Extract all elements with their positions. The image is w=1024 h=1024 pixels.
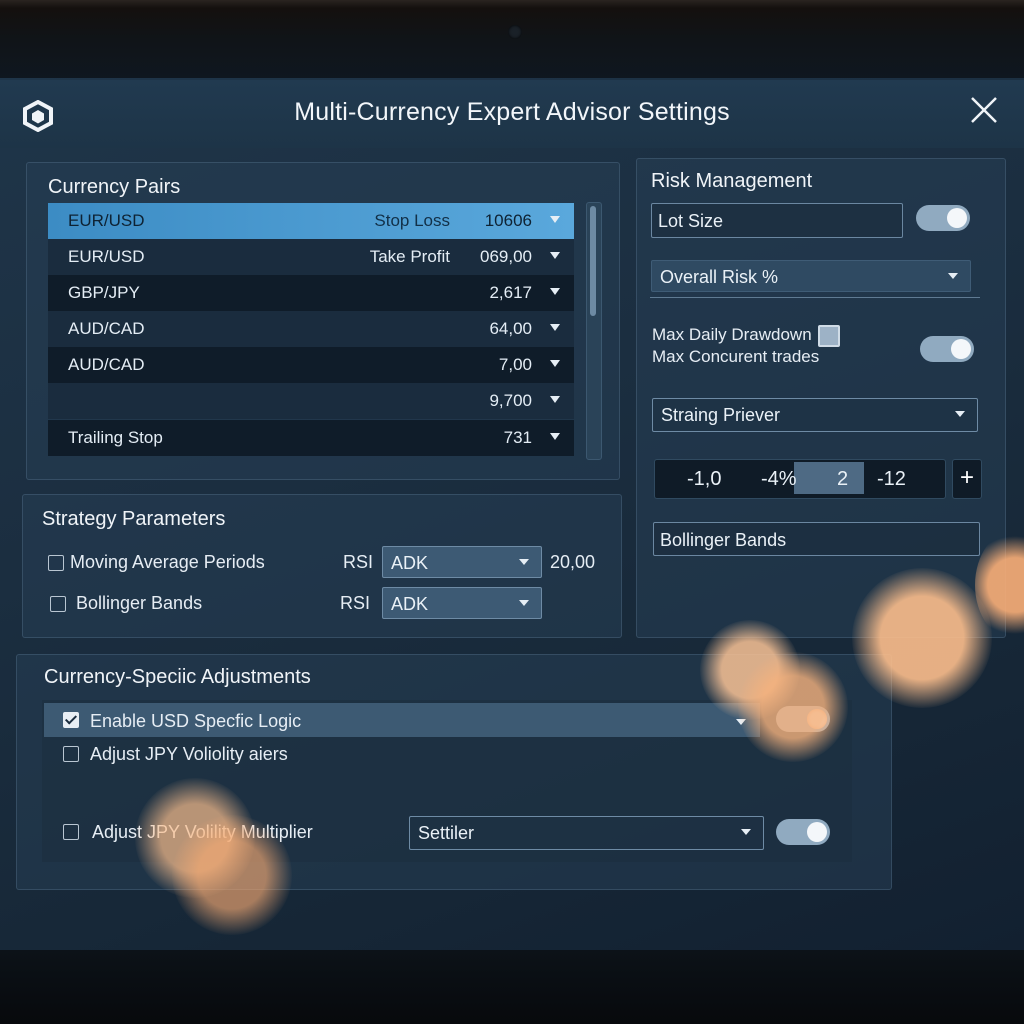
bollinger-label: Bollinger Bands [76,593,203,613]
pair-row[interactable]: EUR/USD Stop Loss 10606 [48,203,574,239]
risk-title: Risk Management [651,170,813,192]
pair-value: 2,617 [489,283,532,302]
jpy-volatility-checkbox[interactable] [63,746,79,762]
pair-value: 10606 [484,211,532,230]
drawdown-checkbox[interactable] [818,325,840,347]
toggle-knob [947,208,967,228]
pairs-scroll-thumb[interactable] [590,206,596,316]
chevron-down-icon[interactable] [550,324,560,331]
strategy-select-value: Straing Priever [661,405,781,425]
pair-row[interactable]: GBP/JPY 2,617 [48,275,574,311]
rsi-label: RSI [343,552,374,572]
strategy-select[interactable]: Straing Priever [652,398,978,432]
plus-icon[interactable]: + [952,459,982,499]
adjustments-title: Currency-Speciic Adjustments [44,666,311,688]
pair-value: 7,00 [498,355,532,374]
pair-row[interactable]: EUR/USD Take Profit 069,00 [48,239,574,275]
monitor-bezel-top [0,0,1024,80]
chevron-down-icon [741,829,751,835]
pair-row[interactable]: AUD/CAD 64,00 [48,311,574,347]
pair-label: Stop Loss [374,211,450,230]
pair-value: 069,00 [480,247,532,266]
pair-name: EUR/USD [68,211,145,230]
stepper-value: -4% [761,468,797,490]
chevron-down-icon [519,559,529,565]
lot-size-field[interactable]: Lot Size [651,203,903,238]
toggle-knob [807,822,827,842]
currency-pairs-title: Currency Pairs [48,176,181,198]
pair-value: 9,700 [489,391,532,410]
close-x-icon[interactable] [968,94,1000,126]
adk-select-value: ADK [391,553,429,573]
jpy-multiplier-checkbox[interactable] [63,824,79,840]
usd-logic-toggle[interactable] [776,706,830,732]
multiplier-toggle[interactable] [776,819,830,845]
pair-name: AUD/CAD [68,319,145,338]
chevron-down-icon [519,600,529,606]
usd-logic-checkbox[interactable] [63,712,79,728]
pair-value: 731 [503,428,532,447]
moving-average-checkbox[interactable] [48,555,64,571]
chevron-down-icon[interactable] [550,360,560,367]
toggle-knob [951,339,971,359]
monitor-bezel-bottom [0,950,1024,1024]
adk-select[interactable]: ADK [382,546,542,578]
stepper-value: 2 [837,468,849,490]
chevron-down-icon[interactable] [736,719,746,725]
bollinger-checkbox[interactable] [50,596,66,612]
usd-logic-label: Enable USD Specfic Logic [90,711,302,731]
jpy-volatility-label: Adjust JPY Voliolity aiers [90,744,288,764]
moving-average-label: Moving Average Periods [70,552,265,572]
pair-name: GBP/JPY [68,283,140,302]
jpy-multiplier-label: Adjust JPY Volility Multiplier [92,822,313,842]
pair-value: 64,00 [489,319,532,338]
drawdown-toggle[interactable] [920,336,974,362]
stepper-value: -12 [877,468,906,490]
pair-label: Take Profit [369,247,450,266]
strategy-title: Strategy Parameters [42,508,226,530]
adk-select[interactable]: ADK [382,587,542,619]
pair-row[interactable]: Trailing Stop 731 [48,420,574,456]
bollinger-field-value: Bollinger Bands [660,530,787,550]
chevron-down-icon [955,411,965,417]
lot-size-toggle[interactable] [916,205,970,231]
stepper-highlight [794,462,864,494]
chevron-down-icon[interactable] [550,216,560,223]
window-title: Multi-Currency Expert Advisor Settings [294,98,730,126]
pair-name: EUR/USD [68,247,145,266]
stepper-value: -1,0 [687,468,722,490]
lot-size-placeholder: Lot Size [658,211,724,231]
max-trades-label: Max Concurent trades [652,347,820,366]
pair-row[interactable]: AUD/CAD 7,00 [48,347,574,383]
adk-select-value: ADK [391,594,429,614]
multiplier-select[interactable]: Settiler [409,816,764,850]
rsi-label: RSI [340,593,371,613]
multiplier-select-value: Settiler [418,823,475,843]
chevron-down-icon [948,273,958,279]
chevron-down-icon[interactable] [550,252,560,259]
pair-name: Trailing Stop [68,428,163,447]
risk-stepper[interactable]: -1,0 -4% 2 -12 [654,459,946,499]
overall-risk-label: Overall Risk % [660,267,779,287]
risk-divider [650,297,980,298]
period-value: 20,00 [550,552,596,572]
max-drawdown-label: Max Daily Drawdown [652,325,812,344]
toggle-knob [807,709,827,729]
pair-row[interactable]: 9,700 [48,383,574,419]
overall-risk-select[interactable]: Overall Risk % [651,260,971,292]
chevron-down-icon[interactable] [550,288,560,295]
webcam-icon [508,25,522,39]
chevron-down-icon[interactable] [550,396,560,403]
pair-name: AUD/CAD [68,355,145,374]
chevron-down-icon[interactable] [550,433,560,440]
bollinger-field[interactable]: Bollinger Bands [653,522,980,556]
